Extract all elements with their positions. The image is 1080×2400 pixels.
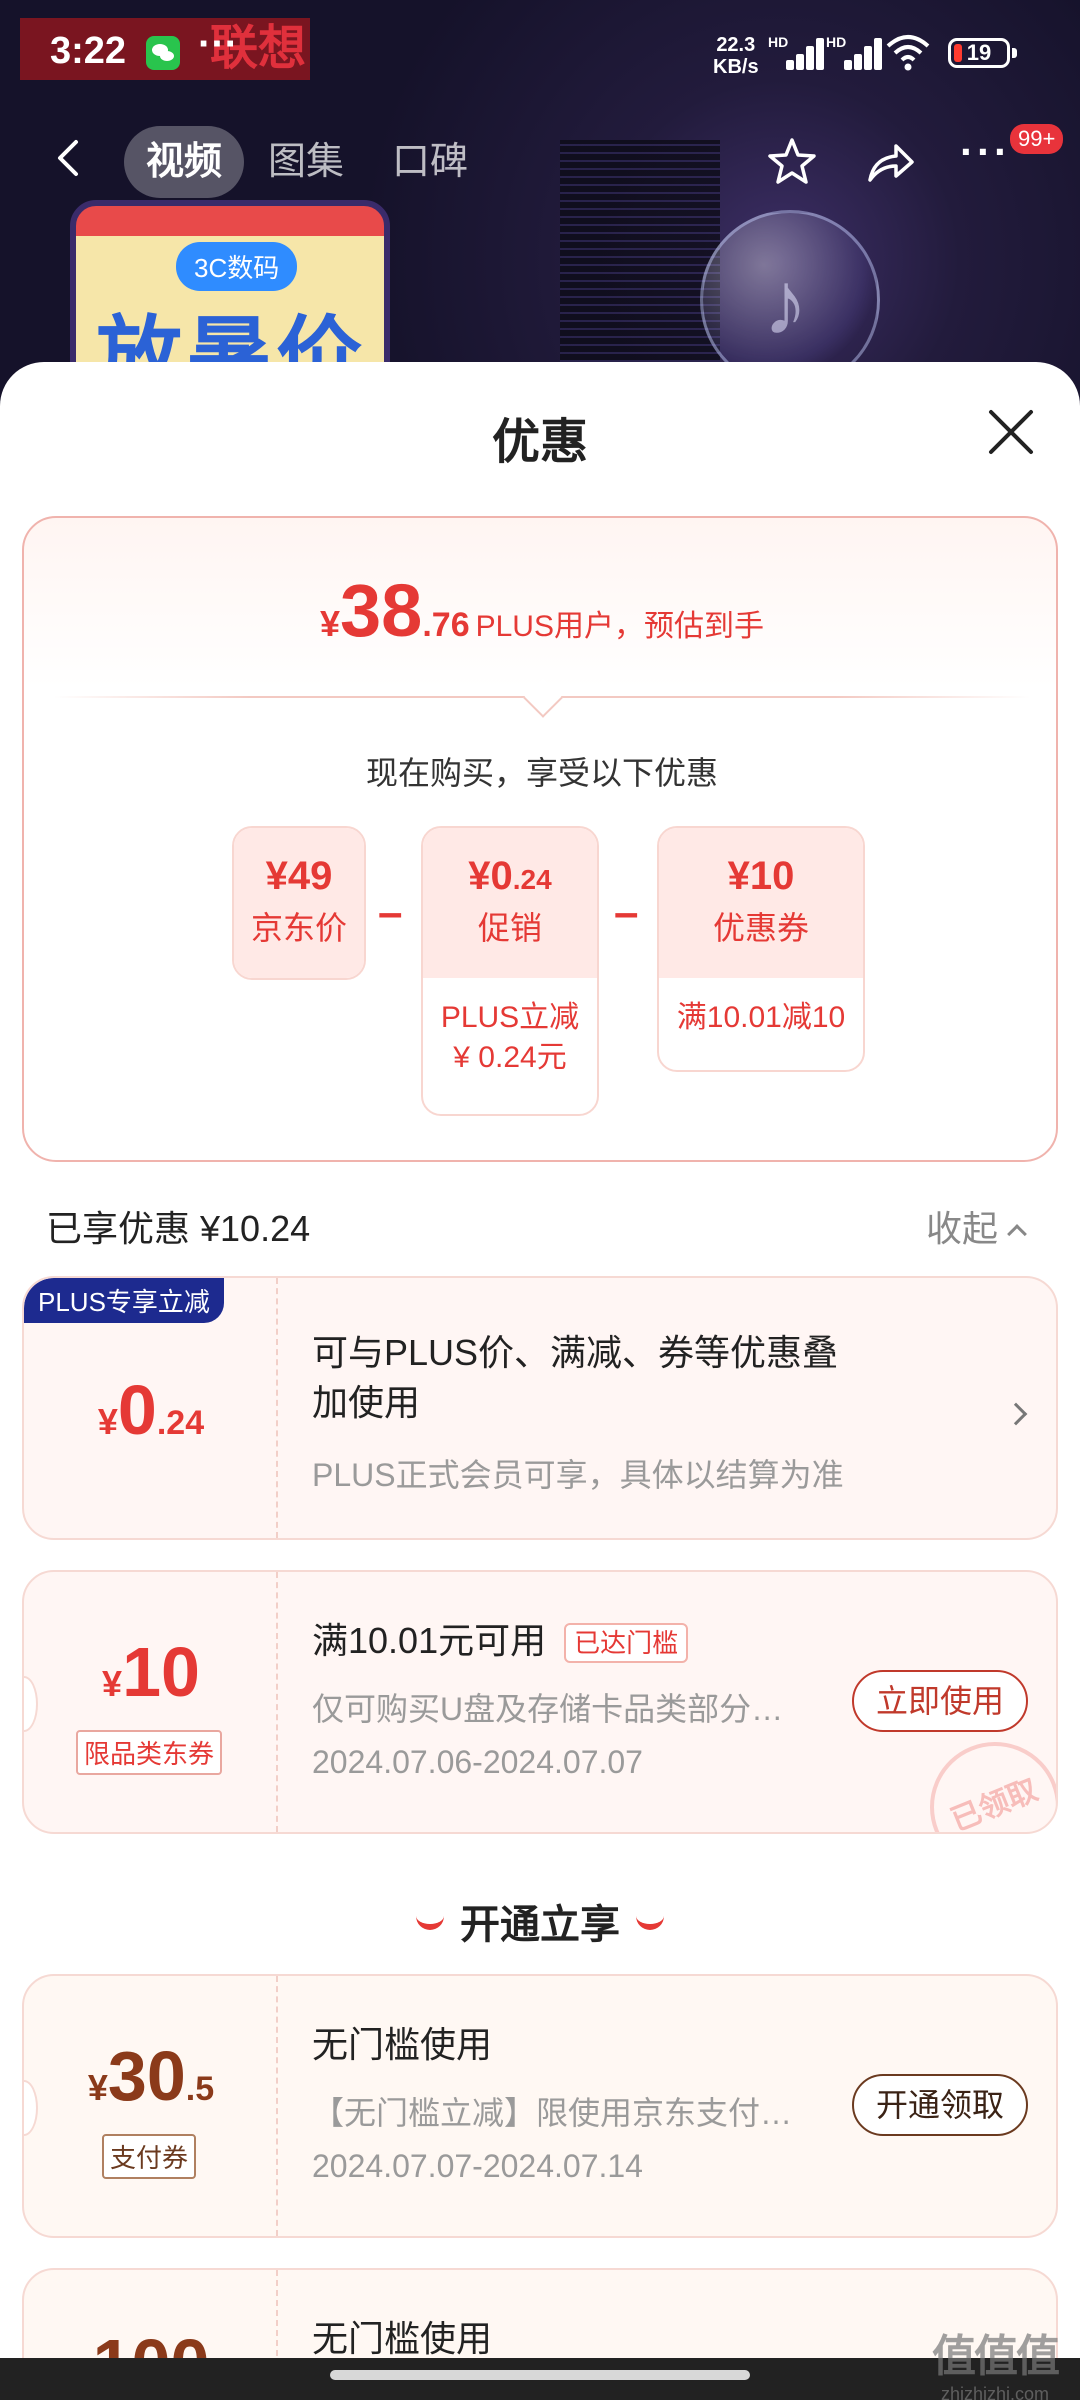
wifi-icon (886, 35, 930, 71)
chip-label: 优惠券 (712, 910, 809, 946)
coupon-type-tag: 支付券 (102, 2134, 197, 2179)
site-watermark: 值值值 zhizhizhi.com (932, 2332, 1060, 2400)
chip-label: 京东价 (250, 910, 347, 946)
coupon-amount: ¥10 (102, 1633, 200, 1711)
discount-sheet: 优惠 ¥38.76 PLUS用户，预估到手 现在购买，享受以下优惠 ¥49 京东价… (0, 362, 1080, 2400)
coupon-title: 可与PLUS价、满减、券等优惠叠 加使用 (312, 1332, 839, 1423)
chevron-right-icon[interactable] (1004, 1402, 1028, 1426)
network-speed: 22.3 KB/s (713, 34, 759, 78)
status-bar: 3:22 ··· 22.3 KB/s HD HD 19 (0, 0, 1080, 110)
coupon-desc: 【无门槛立减】限使用京东支付… (312, 2095, 793, 2131)
activate-claim-button[interactable]: 开通领取 (852, 2074, 1028, 2136)
coupon-desc: 仅可购买U盘及存储卡品类部分… (312, 1691, 784, 1727)
sticker-top-text: 3C数码 (176, 242, 298, 291)
plus-badge: PLUS专享立减 (24, 1278, 224, 1323)
chip-sub: 满10.01减10 (676, 1001, 846, 1034)
buy-note: 现在购买，享受以下优惠 (365, 755, 718, 791)
payment-coupon-card: ¥30.5 支付券 无门槛使用 【无门槛立减】限使用京东支付… 2024.07.… (22, 1974, 1058, 2238)
favorite-star-icon[interactable] (764, 134, 820, 190)
minus-sign: – (378, 888, 403, 937)
divider-notch (523, 678, 563, 718)
tab-video[interactable]: 视频 (124, 126, 245, 198)
coupon-amount: ¥0.24 (97, 1371, 205, 1449)
chip-value: ¥49 (265, 854, 333, 898)
home-indicator[interactable] (330, 2370, 750, 2380)
estimated-price: ¥38.76 PLUS用户，预估到手 (320, 569, 764, 652)
threshold-reached-badge: 已达门槛 (564, 1623, 689, 1664)
section-title: 开通立享 (0, 1892, 1080, 1950)
coupon-date: 2024.07.06-2024.07.07 (312, 1744, 643, 1780)
back-arrow-icon[interactable] (50, 138, 90, 178)
music-note-icon: ♪ (763, 254, 808, 354)
chip-value: ¥0.24 (468, 854, 552, 898)
claimed-stamp: 已领取 (910, 1722, 1056, 1832)
message-count-badge: 99+ (1010, 124, 1064, 154)
coupon-amount: ¥30.5 (87, 2037, 215, 2115)
plus-discount-card[interactable]: PLUS专享立减 ¥0.24 可与PLUS价、满减、券等优惠叠 加使用 PLUS正… (22, 1276, 1058, 1540)
close-icon[interactable] (985, 406, 1037, 458)
coupon-title: 无门槛使用 (312, 2318, 493, 2359)
battery-icon: 19 (948, 38, 1017, 68)
smile-icon (416, 1914, 444, 1930)
top-nav: 视频 图集 口碑 ··· 99+ (0, 120, 1080, 210)
more-notifications-icon: ··· (198, 22, 238, 66)
coupon-desc: PLUS正式会员可享，具体以结算为准 (312, 1457, 844, 1493)
more-menu-icon[interactable]: ··· (960, 128, 1011, 176)
share-icon[interactable] (862, 134, 918, 190)
smile-icon (636, 1914, 664, 1930)
jd-coupon-card: ¥10 限品类东券 满10.01元可用 已达门槛 仅可购买U盘及存储卡品类部分… … (22, 1570, 1058, 1834)
promotion-chip: ¥0.24 促销 PLUS立减 ¥ 0.24元 (421, 826, 599, 1116)
wechat-icon (146, 36, 180, 70)
price-summary-card: ¥38.76 PLUS用户，预估到手 现在购买，享受以下优惠 ¥49 京东价 – … (22, 516, 1058, 1162)
tab-gallery[interactable]: 图集 (246, 126, 366, 198)
coupon-title: 无门槛使用 (312, 2024, 493, 2065)
enjoyed-discount-total: 已享优惠 ¥10.24 (46, 1208, 311, 1249)
status-time: 3:22 (50, 30, 127, 72)
chevron-up-icon (1007, 1224, 1027, 1244)
chip-value: ¥10 (727, 854, 795, 898)
signal-icon-2: HD (826, 34, 882, 70)
chip-label: 促销 (477, 910, 542, 946)
signal-icon: HD (768, 34, 824, 70)
coupon-title: 满10.01元可用 已达门槛 (312, 1616, 689, 1666)
collapse-button[interactable]: 收起 (926, 1200, 1027, 1252)
chip-sub: PLUS立减 ¥ 0.24元 (440, 1001, 580, 1074)
use-now-button[interactable]: 立即使用 (852, 1670, 1028, 1732)
jd-price-chip: ¥49 京东价 (232, 826, 366, 980)
coupon-chip: ¥10 优惠券 满10.01减10 (657, 826, 865, 1072)
tab-reviews[interactable]: 口碑 (370, 126, 490, 198)
sheet-title: 优惠 (491, 416, 588, 469)
coupon-type-tag: 限品类东券 (76, 1730, 223, 1775)
coupon-date: 2024.07.07-2024.07.14 (312, 2148, 643, 2184)
minus-sign: – (614, 888, 639, 937)
